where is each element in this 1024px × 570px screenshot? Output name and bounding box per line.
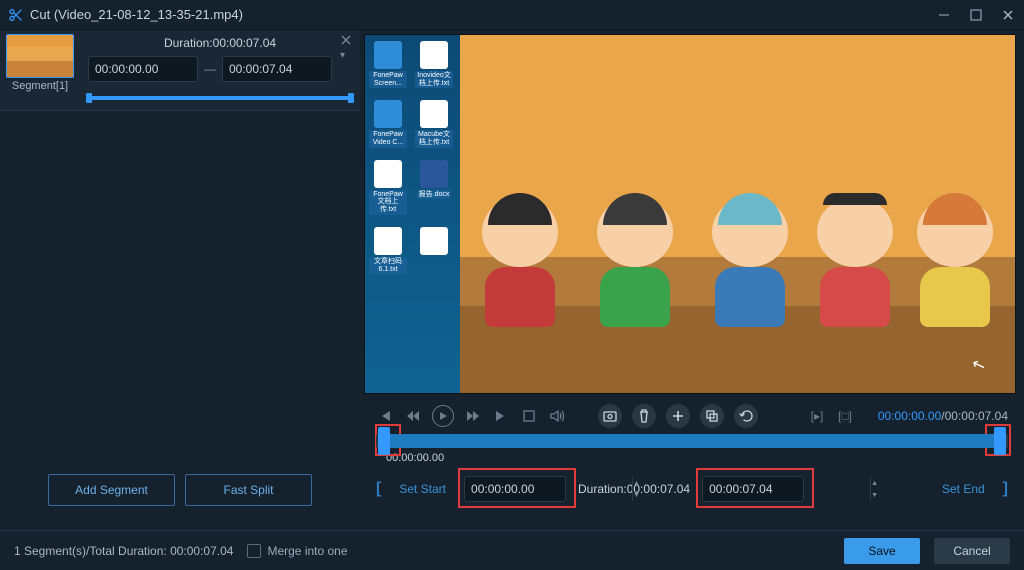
segment-start-input[interactable]: ▲▼ [88,56,198,82]
title-bar: Cut (Video_21-08-12_13-35-21.mp4) [0,0,1024,30]
scissors-icon [8,7,24,23]
skip-forward-icon[interactable] [492,407,510,425]
video-preview[interactable]: FonePaw Screen... Inovideo文档上传.txt FoneP… [364,34,1016,394]
set-start-button[interactable]: Set Start [393,478,452,500]
segment-panel: Segment[1] Duration:00:00:07.04 ▾ ▲▼ — ▲… [0,30,360,530]
step-down-icon[interactable]: ▼ [633,489,640,501]
slider-start-handle[interactable] [86,93,92,103]
merge-checkbox[interactable] [247,544,261,558]
playback-controls: [▸] [□] 00:00:00.00/00:00:07.04 [360,398,1024,434]
timeline-start-handle[interactable] [378,427,390,455]
add-segment-button[interactable]: Add Segment [48,474,175,506]
range-dash: — [204,62,216,76]
slider-end-handle[interactable] [348,93,354,103]
snapshot-icon[interactable] [598,404,622,428]
copy-icon[interactable] [700,404,724,428]
frame-back-icon[interactable] [404,407,422,425]
bracket-out-icon[interactable]: [□] [836,407,854,425]
stop-button[interactable] [520,407,538,425]
segment-duration-label: Duration:00:00:07.04 [88,36,352,50]
delete-icon[interactable] [632,404,656,428]
close-button[interactable] [1000,7,1016,23]
fast-split-button[interactable]: Fast Split [185,474,312,506]
timecode: 00:00:00.00/00:00:07.04 [878,409,1008,423]
bracket-open-icon: [ [376,480,381,498]
segment-thumbnail[interactable] [6,34,74,78]
maximize-button[interactable] [968,7,984,23]
segment-range-slider[interactable] [88,96,352,100]
segments-summary: 1 Segment(s)/Total Duration: 00:00:07.04 [14,544,233,558]
segment-label: Segment[1] [12,80,68,92]
frame-forward-icon[interactable] [464,407,482,425]
bracket-close-icon: ] [1003,480,1008,498]
set-end-button[interactable]: Set End [936,478,991,500]
cancel-button[interactable]: Cancel [934,538,1010,564]
step-down-icon[interactable]: ▼ [871,489,878,501]
window-title: Cut (Video_21-08-12_13-35-21.mp4) [30,7,936,22]
set-range-bar: [ Set Start ▲▼ Duration:00:00:07.04 ▲▼ S… [360,464,1024,502]
save-button[interactable]: Save [844,538,920,564]
desktop-overlay: FonePaw Screen... Inovideo文档上传.txt FoneP… [365,35,460,393]
bracket-in-icon[interactable]: [▸] [808,407,826,425]
segment-close-icon[interactable] [340,34,354,48]
play-button[interactable] [432,405,454,427]
step-up-icon[interactable]: ▲ [633,477,640,489]
add-icon[interactable] [666,404,690,428]
segment-end-input[interactable]: ▲▼ [222,56,332,82]
undo-icon[interactable] [734,404,758,428]
step-up-icon[interactable]: ▲ [871,477,878,489]
skip-back-icon[interactable] [376,407,394,425]
timeline-position-label: 00:00:00.00 [376,452,1008,464]
highlight-start-input [458,468,576,508]
segment-collapse-icon[interactable]: ▾ [340,50,354,64]
timeline[interactable]: 00:00:00.00 [376,434,1008,464]
minimize-button[interactable] [936,7,952,23]
highlight-end-input [696,468,814,508]
volume-icon[interactable] [548,407,566,425]
bottom-bar: 1 Segment(s)/Total Duration: 00:00:07.04… [0,530,1024,570]
segment-item[interactable]: Segment[1] Duration:00:00:07.04 ▾ ▲▼ — ▲… [0,30,360,111]
merge-label: Merge into one [267,544,347,558]
timeline-end-handle[interactable] [994,427,1006,455]
